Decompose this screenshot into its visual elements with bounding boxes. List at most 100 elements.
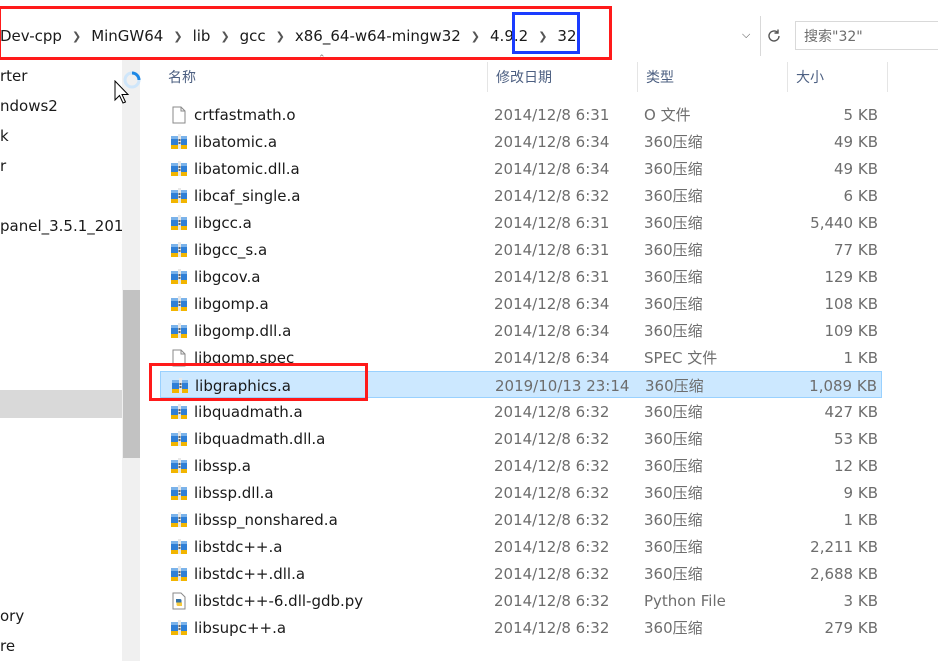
file-row[interactable]: libsupc++.a 2014/12/8 6:32 360压缩 279 KB xyxy=(160,614,882,641)
file-name: libatomic.dll.a xyxy=(194,159,300,178)
file-size: 109 KB xyxy=(824,321,878,340)
search-placeholder: 搜索"32" xyxy=(804,28,863,45)
breadcrumb-mingw64[interactable]: MinGW64 xyxy=(87,27,167,45)
file-row[interactable]: libgcc.a 2014/12/8 6:31 360压缩 5,440 KB xyxy=(160,209,882,236)
nav-scrollbar-thumb[interactable] xyxy=(123,290,140,458)
file-size: 279 KB xyxy=(824,618,878,637)
breadcrumb-gcc[interactable]: gcc xyxy=(236,27,270,45)
file-row[interactable]: libssp.dll.a 2014/12/8 6:32 360压缩 9 KB xyxy=(160,479,882,506)
file-date: 2014/12/8 6:32 xyxy=(494,537,610,556)
column-header-type-label: 类型 xyxy=(646,70,674,86)
file-row[interactable]: crtfastmath.o 2014/12/8 6:31 O 文件 5 KB xyxy=(160,101,882,128)
file-name: libsupc++.a xyxy=(194,618,287,637)
file-size: 12 KB xyxy=(834,456,878,475)
file-row[interactable]: libgcov.a 2014/12/8 6:31 360压缩 129 KB xyxy=(160,263,882,290)
archive-icon xyxy=(168,533,190,560)
address-bar[interactable]: Dev-cpp ❯ MinGW64 ❯ lib ❯ gcc ❯ x86_64-w… xyxy=(0,16,762,56)
nav-item[interactable]: re xyxy=(0,632,15,660)
file-date: 2014/12/8 6:32 xyxy=(494,483,610,502)
archive-icon xyxy=(168,452,190,479)
search-input[interactable]: 搜索"32" xyxy=(795,21,938,50)
file-name: libgomp.a xyxy=(194,294,269,313)
file-row[interactable]: libstdc++.dll.a 2014/12/8 6:32 360压缩 2,688 … xyxy=(160,560,882,587)
file-size: 1,089 KB xyxy=(809,376,877,395)
file-row[interactable]: libstdc++.a 2014/12/8 6:32 360压缩 2,211 KB xyxy=(160,533,882,560)
nav-item[interactable]: panel_3.5.1_2018 xyxy=(0,212,133,240)
file-size: 2,211 KB xyxy=(810,537,878,556)
chevron-right-icon[interactable]: ❯ xyxy=(532,30,553,43)
refresh-button[interactable] xyxy=(760,16,787,56)
file-type: 360压缩 xyxy=(644,403,703,421)
blank-file-icon xyxy=(168,344,190,371)
file-type: 360压缩 xyxy=(645,377,704,395)
chevron-down-icon[interactable]: ⌵ xyxy=(742,28,750,42)
file-row[interactable]: libgomp.spec 2014/12/8 6:34 SPEC 文件 1 KB xyxy=(160,344,882,371)
column-header-size[interactable]: 大小 xyxy=(788,62,888,92)
file-size: 1 KB xyxy=(843,510,878,529)
chevron-right-icon[interactable]: ❯ xyxy=(270,30,291,43)
file-type: 360压缩 xyxy=(644,268,703,286)
file-name: libssp.a xyxy=(194,456,251,475)
archive-icon xyxy=(168,506,190,533)
archive-icon xyxy=(168,263,190,290)
file-date: 2014/12/8 6:31 xyxy=(494,213,610,232)
file-row[interactable]: libatomic.a 2014/12/8 6:34 360压缩 49 KB xyxy=(160,128,882,155)
column-header-name[interactable]: 名称 xyxy=(160,62,488,92)
archive-icon xyxy=(169,372,191,399)
file-type: 360压缩 xyxy=(644,295,703,313)
file-row[interactable]: libssp_nonshared.a 2014/12/8 6:32 360压缩 1 K… xyxy=(160,506,882,533)
nav-item[interactable]: rter xyxy=(0,62,27,90)
breadcrumb-x86-64-w64-mingw32[interactable]: x86_64-w64-mingw32 xyxy=(291,27,465,45)
chevron-right-icon[interactable]: ❯ xyxy=(167,30,188,43)
chevron-right-icon[interactable]: ❯ xyxy=(465,30,486,43)
column-headers: 名称 修改日期 类型 大小 xyxy=(160,62,888,92)
file-row[interactable]: libgomp.a 2014/12/8 6:34 360压缩 108 KB xyxy=(160,290,882,317)
file-size: 77 KB xyxy=(834,240,878,259)
nav-item[interactable]: k xyxy=(0,122,9,150)
breadcrumb: Dev-cpp ❯ MinGW64 ❯ lib ❯ gcc ❯ x86_64-w… xyxy=(0,16,581,56)
archive-icon xyxy=(168,209,190,236)
file-name: libcaf_single.a xyxy=(194,186,301,205)
file-date: 2014/12/8 6:31 xyxy=(494,267,610,286)
file-row[interactable]: libstdc++-6.dll-gdb.py 2014/12/8 6:32 Pyth… xyxy=(160,587,882,614)
column-header-date[interactable]: 修改日期 xyxy=(488,62,638,92)
file-row[interactable]: libcaf_single.a 2014/12/8 6:32 360压缩 6 KB xyxy=(160,182,882,209)
file-type: 360压缩 xyxy=(644,241,703,259)
file-row[interactable]: libgcc_s.a 2014/12/8 6:31 360压缩 77 KB xyxy=(160,236,882,263)
file-type: 360压缩 xyxy=(644,160,703,178)
file-row[interactable]: libquadmath.a 2014/12/8 6:32 360压缩 427 KB xyxy=(160,398,882,425)
file-size: 49 KB xyxy=(834,159,878,178)
breadcrumb-4-9-2[interactable]: 4.9.2 xyxy=(486,27,532,45)
navigation-pane: rter ndows2 k r panel_3.5.1_2018 ory re xyxy=(0,60,133,661)
nav-item[interactable]: r xyxy=(0,152,6,180)
file-name: libssp_nonshared.a xyxy=(194,510,338,529)
chevron-right-icon[interactable]: ❯ xyxy=(214,30,235,43)
archive-icon xyxy=(168,317,190,344)
file-name: libgomp.spec xyxy=(194,348,295,367)
file-date: 2014/12/8 6:32 xyxy=(494,510,610,529)
breadcrumb-lib[interactable]: lib xyxy=(189,27,215,45)
nav-item[interactable]: ory xyxy=(0,602,24,630)
column-header-size-label: 大小 xyxy=(796,70,824,86)
file-date: 2014/12/8 6:32 xyxy=(494,564,610,583)
file-size: 5,440 KB xyxy=(810,213,878,232)
archive-icon xyxy=(168,128,190,155)
file-date: 2014/12/8 6:34 xyxy=(494,294,610,313)
file-name: libstdc++-6.dll-gdb.py xyxy=(194,591,364,610)
column-header-type[interactable]: 类型 xyxy=(638,62,788,92)
breadcrumb-dev-cpp[interactable]: Dev-cpp xyxy=(0,27,66,45)
file-row[interactable]: libssp.a 2014/12/8 6:32 360压缩 12 KB xyxy=(160,452,882,479)
file-name: libquadmath.a xyxy=(194,402,303,421)
breadcrumb-32[interactable]: 32 xyxy=(553,27,580,45)
file-row[interactable]: libgomp.dll.a 2014/12/8 6:34 360压缩 109 KB xyxy=(160,317,882,344)
file-row[interactable]: libatomic.dll.a 2014/12/8 6:34 360压缩 49 KB xyxy=(160,155,882,182)
file-date: 2019/10/13 23:14 xyxy=(495,376,630,395)
file-row-selected[interactable]: libgraphics.a 2019/10/13 23:14 360压缩 1,089 … xyxy=(160,371,882,398)
chevron-right-icon[interactable]: ❯ xyxy=(66,30,87,43)
nav-item[interactable]: ndows2 xyxy=(0,92,58,120)
file-date: 2014/12/8 6:31 xyxy=(494,105,610,124)
file-row[interactable]: libquadmath.dll.a 2014/12/8 6:32 360压缩 53 K… xyxy=(160,425,882,452)
file-size: 129 KB xyxy=(824,267,878,286)
file-type: 360压缩 xyxy=(644,565,703,583)
python-file-icon xyxy=(168,587,190,614)
